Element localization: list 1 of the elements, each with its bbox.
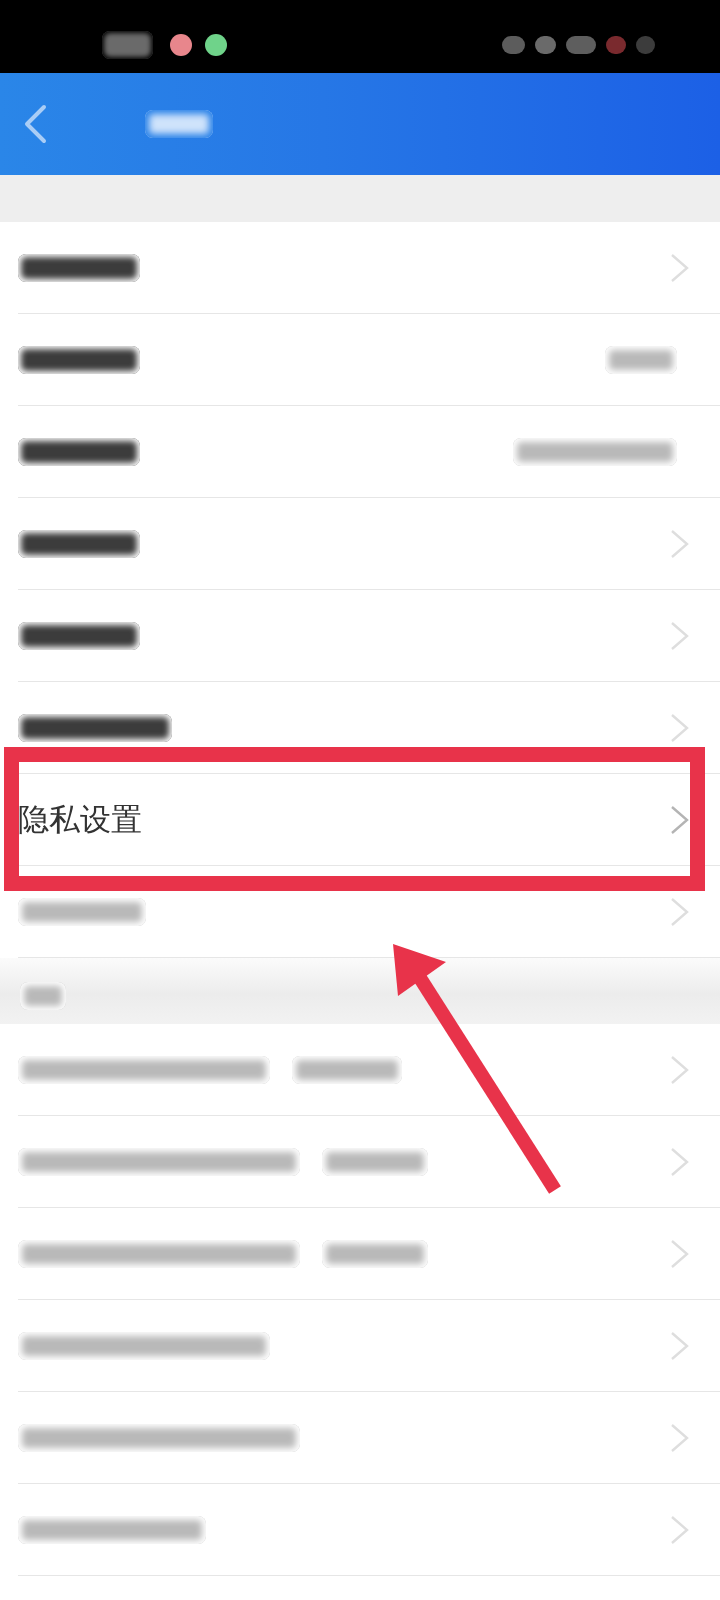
- back-icon[interactable]: [22, 104, 48, 144]
